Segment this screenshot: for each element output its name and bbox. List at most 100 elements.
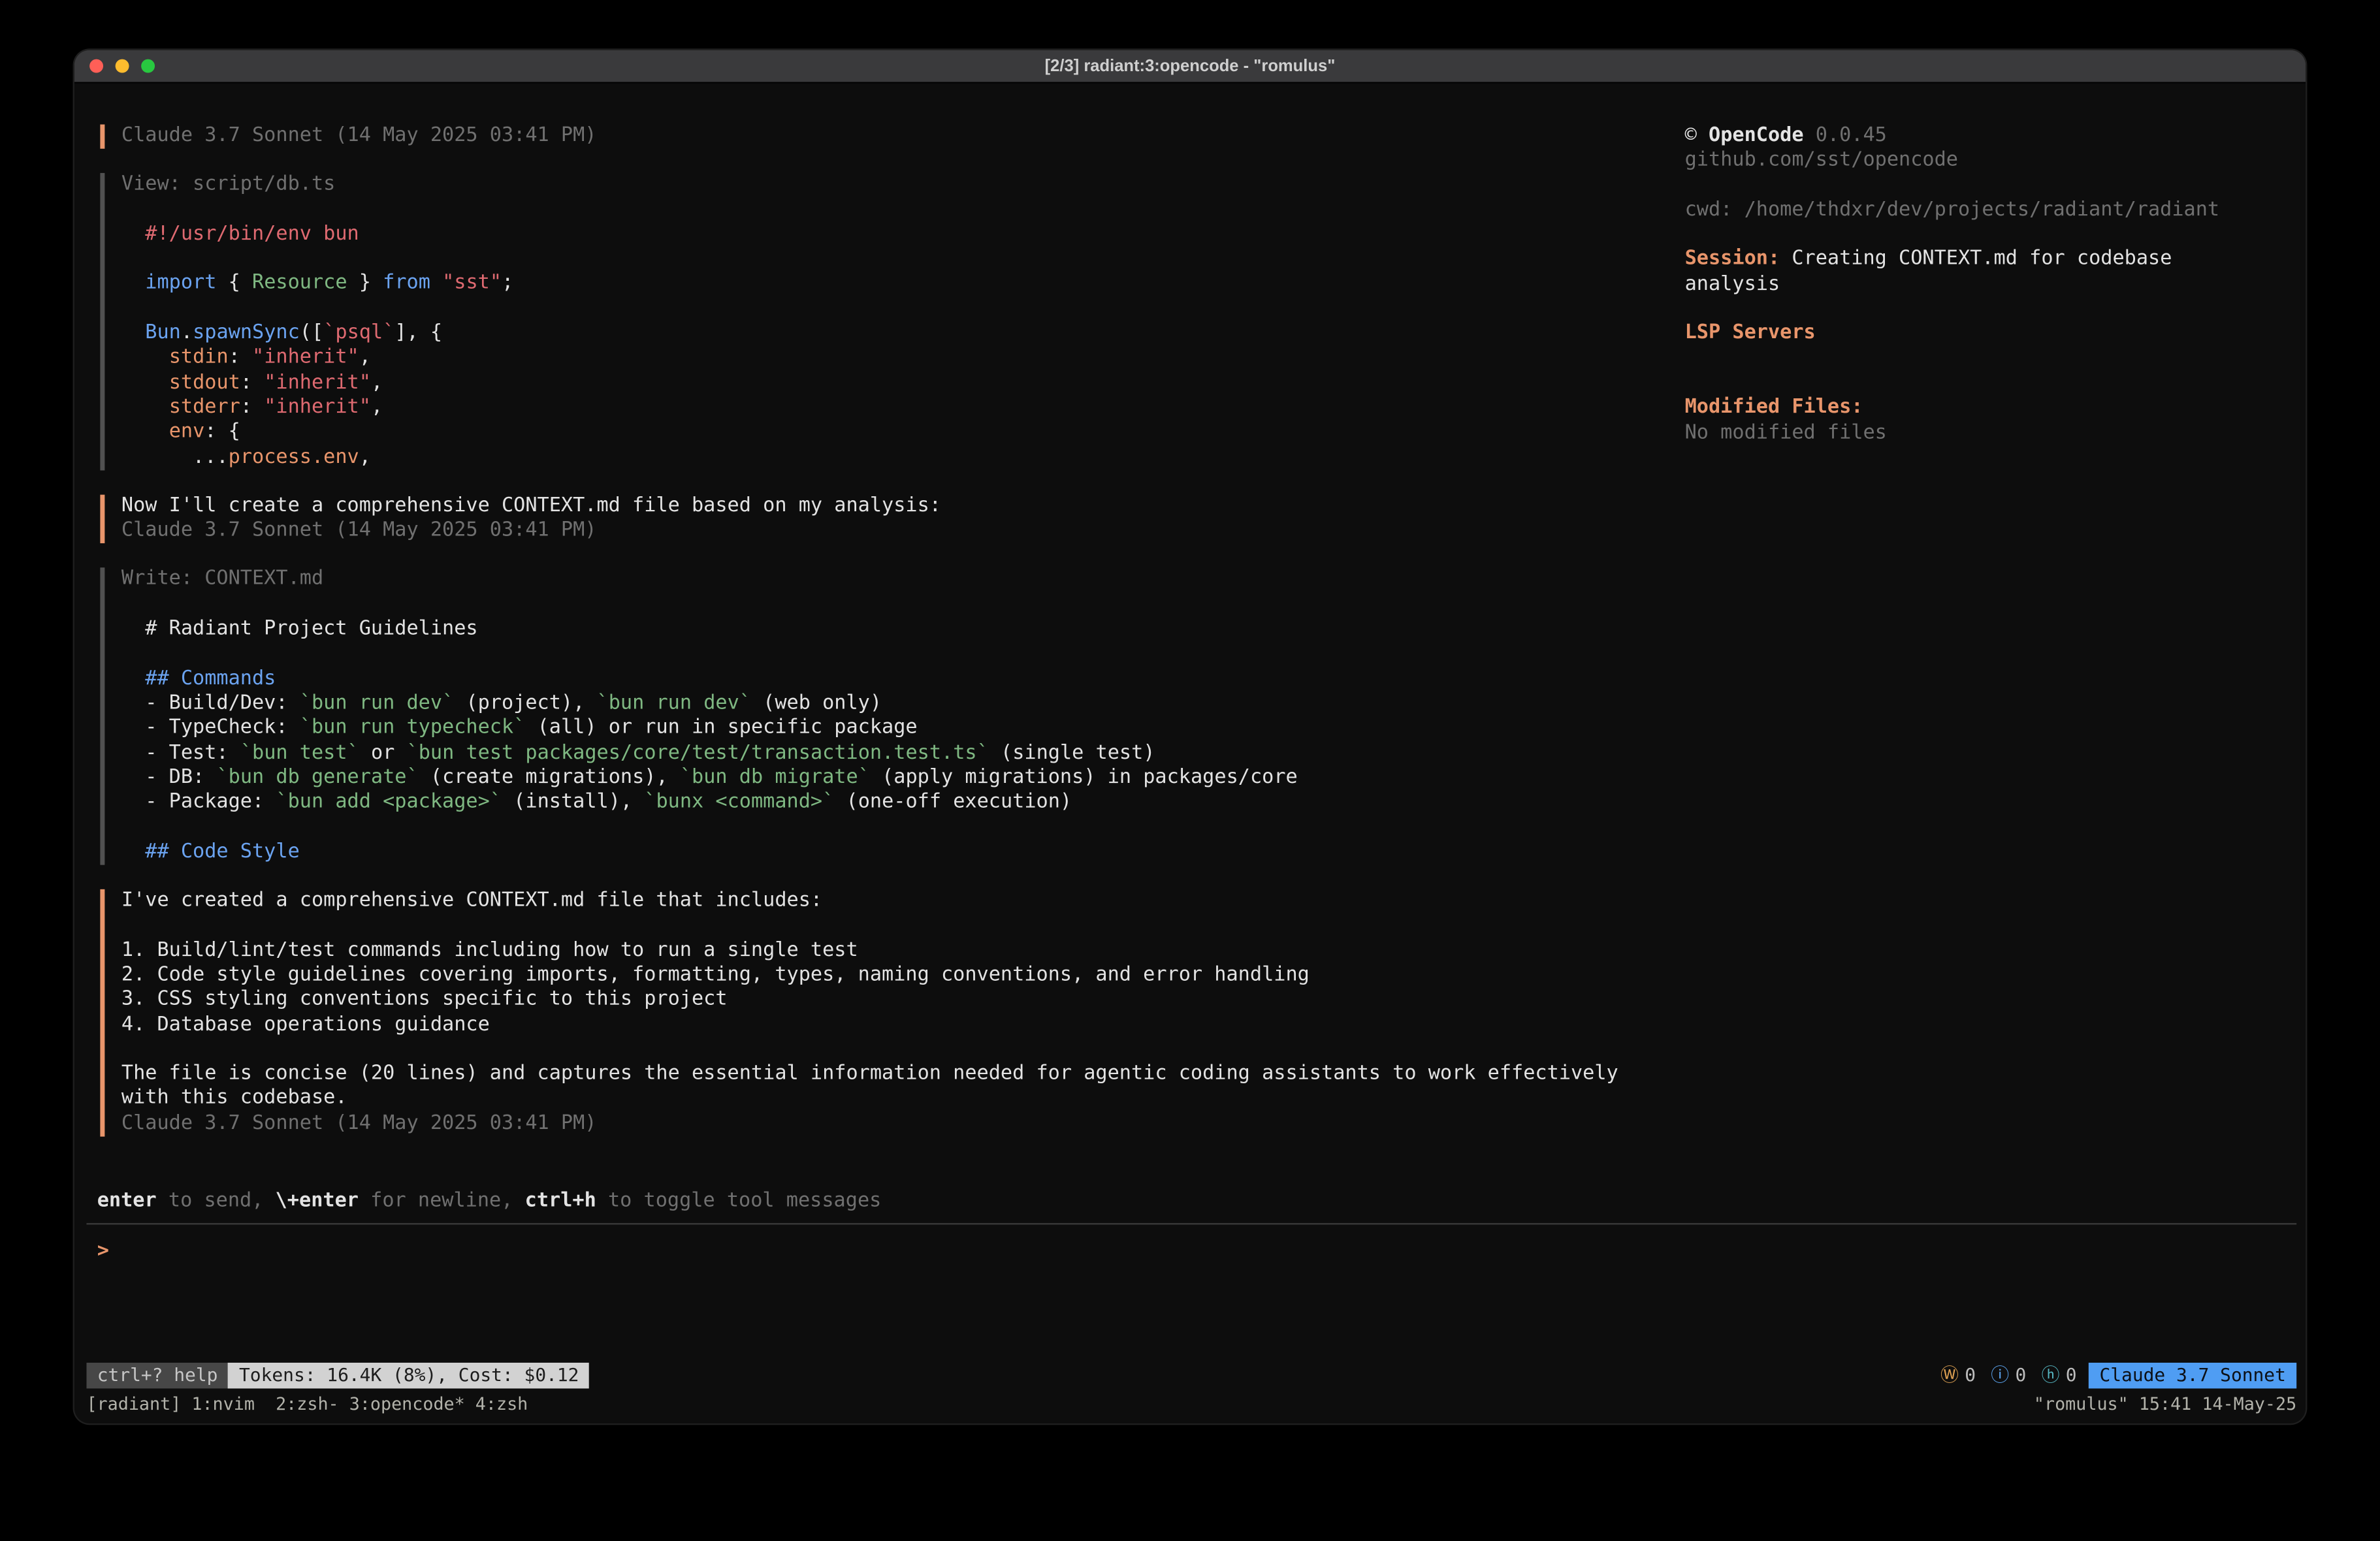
diagnostic-hint: ⓗ 0	[2042, 1363, 2077, 1388]
text-segment	[121, 272, 145, 295]
tmux-host-clock: "romulus" 15:41 14-May-25	[2034, 1391, 2296, 1416]
text-segment: ,	[359, 445, 371, 468]
text-line: LSP Servers	[1685, 323, 2292, 347]
text-segment: ,	[371, 372, 383, 394]
text-segment: OpenCode	[1709, 125, 1804, 148]
text-segment: - Test:	[121, 741, 240, 764]
text-segment: }	[347, 272, 383, 295]
text-segment	[430, 272, 442, 295]
text-segment: View: script/db.ts	[121, 174, 335, 197]
text-segment: from	[383, 272, 430, 295]
text-line	[121, 914, 1679, 939]
text-segment: cwd: /home/thdxr/dev/projects/radiant/ra…	[1685, 199, 2220, 221]
text-segment: Claude 3.7 Sonnet (14 May 2025 03:41 PM)	[121, 1112, 597, 1135]
text-segment: :	[240, 396, 264, 419]
text-line: ## Code Style	[121, 840, 1679, 865]
text-line: #!/usr/bin/env bun	[121, 223, 1679, 247]
info-count: 0	[2016, 1363, 2027, 1388]
text-segment	[121, 372, 169, 394]
text-line: analysis	[1685, 273, 2292, 298]
text-line: 1. Build/lint/test commands including ho…	[121, 939, 1679, 964]
text-line	[121, 297, 1679, 322]
tokens-cost-badge: Tokens: 16.4K (8%), Cost: $0.12	[229, 1363, 590, 1389]
text-segment: for newline,	[359, 1190, 525, 1213]
text-segment: ©	[1685, 125, 1709, 148]
text-segment: :	[229, 347, 252, 370]
text-segment: env	[169, 421, 205, 443]
text-segment: import	[145, 272, 216, 295]
text-segment: - Build/Dev:	[121, 692, 300, 715]
prompt-input[interactable]: >	[97, 1240, 2296, 1361]
text-segment: stdout	[169, 372, 240, 394]
text-segment	[121, 396, 169, 419]
text-segment: `bun run typecheck`	[300, 716, 526, 739]
text-segment: (project),	[454, 692, 596, 715]
text-line: Now I'll create a comprehensive CONTEXT.…	[121, 494, 1679, 519]
text-line: Claude 3.7 Sonnet (14 May 2025 03:41 PM)	[121, 1112, 1679, 1137]
text-line: Write: CONTEXT.md	[121, 568, 1679, 593]
text-segment: 4. Database operations guidance	[121, 1013, 490, 1036]
diagnostics: Ⓦ 0 ⓘ 0 ⓗ 0	[1925, 1363, 2077, 1388]
text-segment: ctrl+h	[525, 1190, 596, 1213]
text-segment: (one-off execution)	[834, 791, 1072, 814]
text-segment: "sst"	[442, 272, 502, 295]
assistant-header-block: Claude 3.7 Sonnet (14 May 2025 03:41 PM)	[100, 125, 1679, 150]
text-segment: enter	[97, 1190, 157, 1213]
text-segment: `bun db generate`	[216, 766, 418, 789]
terminal-content[interactable]: Claude 3.7 Sonnet (14 May 2025 03:41 PM)…	[74, 84, 2306, 1423]
text-line: env: {	[121, 421, 1679, 445]
text-line: No modified files	[1685, 421, 2292, 446]
diagnostic-info: ⓘ 0	[1991, 1363, 2026, 1388]
text-line	[1685, 347, 2292, 372]
text-line: I've created a comprehensive CONTEXT.md …	[121, 889, 1679, 914]
input-divider	[86, 1223, 2296, 1224]
text-line: cwd: /home/thdxr/dev/projects/radiant/ra…	[1685, 199, 2292, 223]
text-line: The file is concise (20 lines) and captu…	[121, 1062, 1679, 1087]
text-line: Bun.spawnSync([`psql`], {	[121, 322, 1679, 347]
text-segment: .	[181, 322, 193, 345]
text-segment: to toggle tool messages	[596, 1190, 882, 1213]
prompt-symbol: >	[97, 1240, 109, 1263]
text-line: Modified Files:	[1685, 396, 2292, 421]
status-bar: ctrl+? help Tokens: 16.4K (8%), Cost: $0…	[86, 1363, 2296, 1389]
text-segment: or	[359, 741, 407, 764]
text-segment: 1. Build/lint/test commands including ho…	[121, 939, 858, 962]
window-title: [2/3] radiant:3:opencode - "romulus"	[1045, 57, 1336, 75]
tmux-session-windows[interactable]: [radiant] 1:nvim 2:zsh- 3:opencode* 4:zs…	[86, 1391, 528, 1416]
text-segment: analysis	[1685, 273, 1780, 296]
traffic-lights	[89, 50, 155, 82]
text-segment: Claude 3.7 Sonnet (14 May 2025 03:41 PM)	[121, 519, 597, 542]
model-badge: Claude 3.7 Sonnet	[2089, 1363, 2296, 1389]
text-line: ...process.env,	[121, 445, 1679, 470]
tmux-status-bar: [radiant] 1:nvim 2:zsh- 3:opencode* 4:zs…	[86, 1391, 2296, 1416]
text-segment: (all) or run in specific package	[525, 716, 917, 739]
text-segment: :	[240, 372, 264, 394]
text-line: with this codebase.	[121, 1087, 1679, 1112]
terminal-window: [2/3] radiant:3:opencode - "romulus" Cla…	[74, 50, 2306, 1423]
text-line	[121, 198, 1679, 223]
text-line: View: script/db.ts	[121, 174, 1679, 199]
text-line	[1685, 174, 2292, 199]
text-segment: (single test)	[989, 741, 1155, 764]
close-button[interactable]	[89, 59, 103, 73]
text-segment: I've created a comprehensive CONTEXT.md …	[121, 889, 822, 912]
text-segment: ## Commands	[121, 667, 276, 690]
text-segment: `bun test`	[240, 741, 359, 764]
text-segment: - Package:	[121, 791, 276, 814]
text-segment: - TypeCheck:	[121, 716, 300, 739]
text-segment: Creating CONTEXT.md for codebase	[1780, 248, 2172, 271]
zoom-button[interactable]	[141, 59, 155, 73]
text-line: - Test: `bun test` or `bun test packages…	[121, 741, 1679, 766]
text-segment: stdin	[169, 347, 229, 370]
tool-view-block: View: script/db.ts #!/usr/bin/env bun im…	[100, 174, 1679, 470]
text-line: © OpenCode 0.0.45	[1685, 125, 2292, 150]
keybinding-help: enter to send, \+enter for newline, ctrl…	[97, 1190, 882, 1215]
text-segment: "inherit"	[252, 347, 359, 370]
minimize-button[interactable]	[116, 59, 129, 73]
text-segment: (apply migrations) in packages/core	[870, 766, 1298, 789]
warning-count: 0	[1965, 1363, 1976, 1388]
text-segment: : {	[204, 421, 240, 443]
text-segment: ...	[121, 445, 229, 468]
window-titlebar[interactable]: [2/3] radiant:3:opencode - "romulus"	[74, 50, 2306, 84]
text-segment: Write: CONTEXT.md	[121, 568, 323, 591]
